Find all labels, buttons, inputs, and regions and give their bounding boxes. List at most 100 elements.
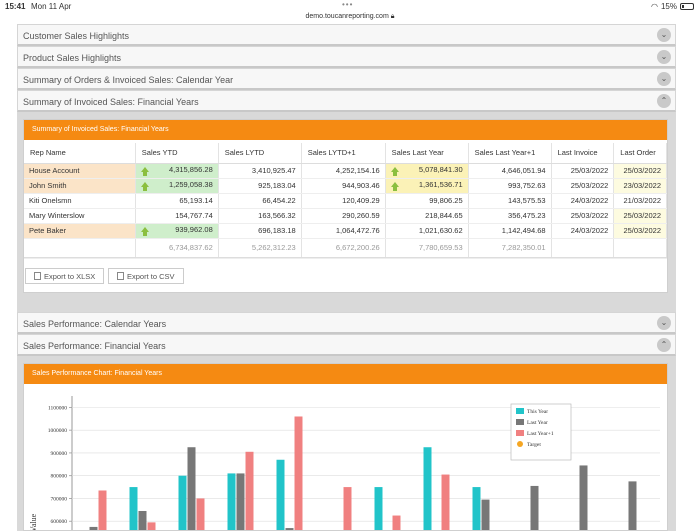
chevron-down-icon[interactable]: ⌄ <box>657 72 671 86</box>
section-label: Sales Performance: Calendar Years <box>23 318 167 329</box>
sales-lytd: 66,454.22 <box>218 193 302 209</box>
section-invoiced-financial[interactable]: Summary of Invoiced Sales: Financial Yea… <box>17 90 676 112</box>
bar <box>441 474 450 530</box>
table-row: Kiti Onelsmn 65,193.14 66,454.22 120,409… <box>24 193 667 209</box>
arrow-up-icon <box>140 167 150 176</box>
sales-last-year-cell: 5,078,841.30 <box>385 163 469 179</box>
sales-last-year1: 993,752.63 <box>468 178 552 194</box>
last-order: 25/03/2022 <box>613 223 667 239</box>
file-icon <box>117 271 124 280</box>
bar <box>481 499 490 530</box>
total-last-year1: 7,282,350.01 <box>468 238 552 258</box>
chevron-up-icon[interactable]: ⌃ <box>657 337 671 352</box>
status-bar: 15:41 Mon 11 Apr ••• demo.toucanreportin… <box>0 0 700 26</box>
bar <box>423 446 432 530</box>
last-invoice: 25/03/2022 <box>551 163 615 179</box>
section-sales-performance-calendar[interactable]: Sales Performance: Calendar Years ⌄ <box>17 311 676 334</box>
sales-last-year1: 4,646,051.94 <box>468 163 552 179</box>
last-invoice: 25/03/2022 <box>551 208 615 224</box>
status-right: ◠ 15% <box>651 2 694 11</box>
sales-last-year: 5,078,841.30 <box>418 165 463 174</box>
sales-last-year1: 143,575.53 <box>468 193 552 209</box>
column-header[interactable]: Sales LYTD+1 <box>301 143 386 164</box>
last-order: 25/03/2022 <box>613 163 667 179</box>
battery-icon <box>680 3 694 10</box>
column-header[interactable]: Last Order <box>613 143 667 164</box>
legend-label: Target <box>527 442 541 448</box>
sales-lytd: 163,566.32 <box>218 208 302 224</box>
bar <box>343 486 352 530</box>
bar <box>579 464 588 530</box>
table-row: John Smith 1,259,058.38 925,183.04 944,9… <box>24 178 667 194</box>
panel-title: Summary of Invoiced Sales: Financial Yea… <box>24 120 667 140</box>
bar <box>276 459 285 530</box>
file-icon <box>34 271 41 280</box>
last-order: 23/03/2022 <box>613 178 667 194</box>
summary-panel-wrapper: Summary of Invoiced Sales: Financial Yea… <box>17 112 676 312</box>
legend-swatch <box>516 418 524 425</box>
export-csv-button[interactable]: Export to CSV <box>108 267 184 284</box>
column-header[interactable]: Sales Last Year+1 <box>468 143 552 164</box>
bar <box>138 510 147 530</box>
wifi-icon: ◠ <box>651 2 658 11</box>
bar <box>187 446 196 530</box>
section-product-sales-highlights[interactable]: Product Sales Highlights ⌄ <box>17 46 676 68</box>
sales-ytd: 65,193.14 <box>135 193 219 209</box>
arrow-up-icon <box>140 227 150 236</box>
section-label: Summary of Invoiced Sales: Financial Yea… <box>23 97 199 107</box>
totals-label <box>24 238 136 258</box>
chevron-down-icon[interactable]: ⌄ <box>657 28 671 42</box>
last-invoice: 25/03/2022 <box>551 178 615 194</box>
sales-last-year: 1,361,536.71 <box>418 180 463 189</box>
chevron-down-icon[interactable]: ⌄ <box>657 50 671 64</box>
last-invoice: 24/03/2022 <box>551 193 615 209</box>
section-sales-performance-financial[interactable]: Sales Performance: Financial Years ⌃ <box>17 333 676 356</box>
export-xlsx-button[interactable]: Export to XLSX <box>25 267 105 284</box>
last-invoice: 24/03/2022 <box>551 223 615 239</box>
sales-ytd-cell: 939,962.08 <box>135 223 219 239</box>
sales-last-year: 1,021,630.62 <box>385 223 469 239</box>
column-header[interactable]: Sales Last Year <box>385 143 469 164</box>
total-last-year: 7,780,659.53 <box>385 238 469 258</box>
sales-ytd: 939,962.08 <box>175 225 213 234</box>
bar <box>129 486 138 530</box>
multitask-dots-icon[interactable]: ••• <box>342 0 353 9</box>
section-label: Sales Performance: Financial Years <box>23 340 166 351</box>
status-time: 15:41 <box>5 2 26 11</box>
bar <box>236 472 245 530</box>
arrow-up-icon <box>140 182 150 191</box>
bar <box>196 497 205 530</box>
chart-panel-title: Sales Performance Chart: Financial Years <box>24 363 667 384</box>
sales-performance-chart: 1100000 1000000 900000 800000 700000 600000 Va… <box>29 395 660 531</box>
y-axis-label: Value <box>29 513 38 531</box>
sales-last-year: 218,844.65 <box>385 208 469 224</box>
chevron-down-icon[interactable]: ⌄ <box>657 315 671 330</box>
section-orders-invoiced-calendar[interactable]: Summary of Orders & Invoiced Sales: Cale… <box>17 68 676 90</box>
legend-label: Last Year <box>527 420 548 426</box>
y-tick-label: 800000 <box>51 473 68 479</box>
sales-ytd: 1,259,058.38 <box>168 180 213 189</box>
column-header[interactable]: Sales LYTD <box>218 143 302 164</box>
sales-lytd1: 1,064,472.76 <box>301 223 386 239</box>
sales-lytd: 925,183.04 <box>218 178 302 194</box>
bar <box>392 515 401 530</box>
column-header[interactable]: Last Invoice <box>551 143 615 164</box>
sales-lytd: 3,410,925.47 <box>218 163 302 179</box>
address-bar[interactable]: demo.toucanreporting.com 🔒︎ <box>0 13 700 21</box>
section-customer-sales-highlights[interactable]: Customer Sales Highlights ⌄ <box>17 24 676 46</box>
chevron-up-icon[interactable]: ⌃ <box>657 94 671 108</box>
legend-swatch <box>516 429 524 436</box>
bar <box>227 472 236 530</box>
bar <box>147 521 156 530</box>
sales-last-year1: 1,142,494.68 <box>468 223 552 239</box>
column-header[interactable]: Rep Name <box>24 143 136 164</box>
export-csv-label: Export to CSV <box>127 271 175 281</box>
total-lytd: 5,262,312.23 <box>218 238 302 258</box>
section-label: Summary of Orders & Invoiced Sales: Cale… <box>23 75 234 85</box>
report-content: Customer Sales Highlights ⌄ Product Sale… <box>17 24 676 531</box>
bar <box>472 486 481 530</box>
rep-name: Kiti Onelsmn <box>24 193 136 209</box>
bar <box>294 415 303 530</box>
column-header[interactable]: Sales YTD <box>135 143 219 164</box>
arrow-up-icon <box>390 182 400 191</box>
